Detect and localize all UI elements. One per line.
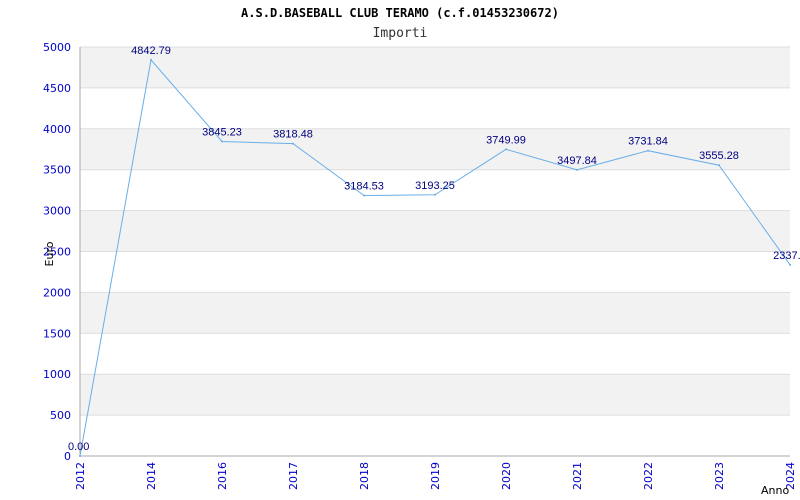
- x-tick-label: 2012: [74, 462, 87, 490]
- data-point: [718, 164, 720, 167]
- y-tick-label: 500: [50, 409, 71, 422]
- data-point: [789, 263, 791, 266]
- grid-band: [80, 47, 790, 88]
- y-tick-label: 3500: [43, 164, 71, 177]
- y-tick-label: 3000: [43, 205, 71, 218]
- x-tick-label: 2016: [216, 462, 229, 490]
- data-label: 3731.84: [628, 136, 668, 148]
- grid-band: [80, 292, 790, 334]
- y-tick-label: 1500: [43, 327, 71, 340]
- x-tick-label: 2018: [358, 462, 371, 490]
- x-axis-label: Anno: [761, 484, 789, 497]
- y-tick-label: 4000: [43, 123, 71, 136]
- grid-band: [80, 128, 790, 170]
- data-point: [292, 142, 294, 145]
- data-label: 3845.23: [202, 126, 242, 138]
- x-tick-label: 2023: [713, 462, 726, 490]
- data-label: 3555.28: [699, 150, 739, 162]
- data-label: 3193.25: [415, 180, 455, 192]
- data-label: 4842.79: [131, 45, 171, 57]
- data-label: 3818.48: [273, 129, 313, 141]
- data-label: 0.00: [68, 441, 89, 453]
- data-point: [221, 140, 223, 143]
- data-point: [150, 58, 152, 61]
- x-tick-label: 2014: [145, 462, 158, 490]
- data-point: [79, 455, 81, 457]
- y-tick-label: 2000: [43, 286, 71, 299]
- data-point: [576, 168, 578, 171]
- data-point: [505, 148, 507, 151]
- x-tick-label: 2020: [500, 462, 513, 490]
- y-tick-label: 5000: [43, 41, 71, 54]
- x-tick-label: 2021: [571, 462, 584, 490]
- chart-root: 0 500 1000 1500 2000 2500 3000 3500 4000 4500 5000…: [0, 0, 800, 500]
- chart-subtitle: Importi: [373, 26, 428, 41]
- background-bands: [80, 47, 790, 416]
- x-tick-label: 2019: [429, 462, 442, 490]
- data-label: 2337.0: [773, 250, 800, 262]
- x-tick-label: 2022: [642, 462, 655, 490]
- y-tick-label: 1000: [43, 368, 71, 381]
- line-chart: 0500100015002000250030003500400045005000…: [43, 6, 800, 497]
- data-label: 3497.84: [557, 155, 597, 167]
- data-label: 3749.99: [486, 134, 526, 146]
- grid-band: [80, 374, 790, 416]
- grid-band: [80, 210, 790, 252]
- x-tick-label: 2017: [287, 462, 300, 490]
- data-point: [434, 193, 436, 196]
- chart-title: A.S.D.BASEBALL CLUB TERAMO (c.f.01453230…: [241, 6, 559, 20]
- data-point: [363, 194, 365, 197]
- data-point: [647, 149, 649, 152]
- y-tick-label: 4500: [43, 82, 71, 95]
- x-tick-labels: 2012 2014 2016 2017 2018 2019 2020 2021 2022 2023…: [74, 462, 797, 490]
- data-label: 3184.53: [344, 181, 384, 193]
- y-axis-label: Euro: [43, 241, 56, 266]
